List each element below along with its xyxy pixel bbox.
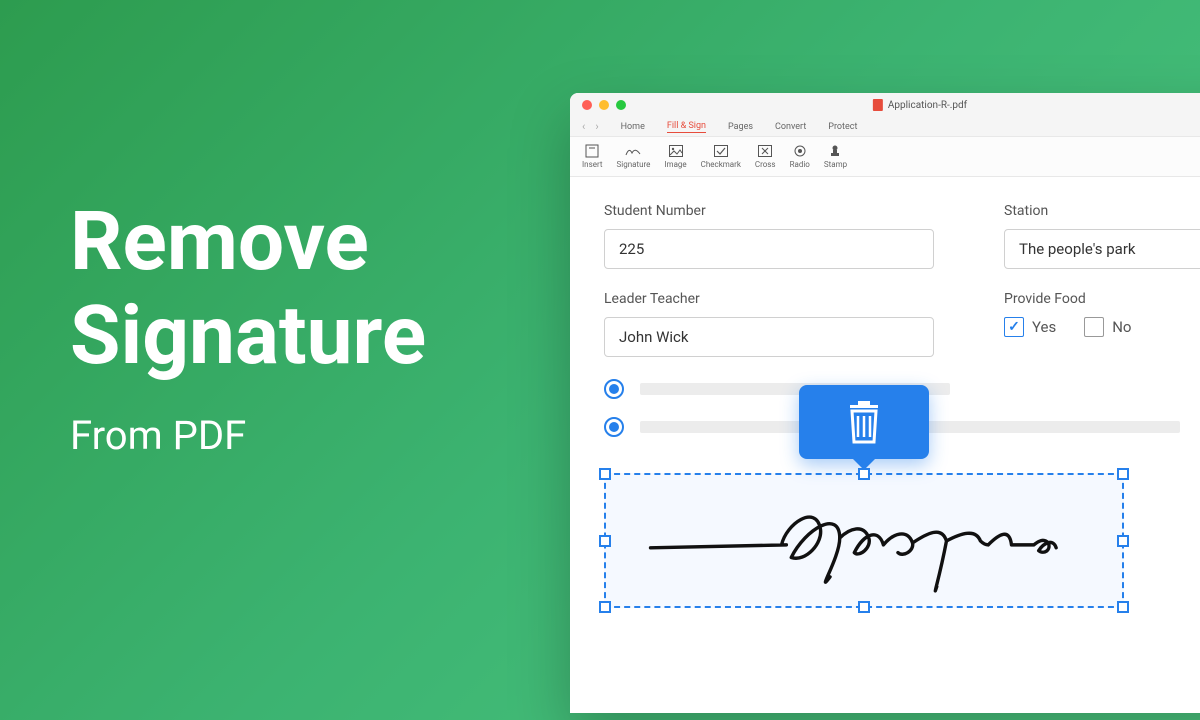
tool-label: Checkmark	[701, 160, 741, 169]
resize-handle[interactable]	[1117, 468, 1129, 480]
filename: Application-R-.pdf	[888, 100, 967, 111]
tool-label: Stamp	[824, 160, 847, 169]
tab-convert[interactable]: Convert	[775, 122, 806, 132]
forward-icon[interactable]: ›	[595, 120, 598, 133]
toolbar: Insert Signature Image Checkmark Cross	[570, 137, 1200, 177]
tab-pages[interactable]: Pages	[728, 122, 753, 132]
tool-checkmark[interactable]: Checkmark	[701, 144, 741, 169]
hero-subtitle: From PDF	[70, 412, 426, 459]
signature-icon	[625, 144, 641, 158]
label-provide-food: Provide Food	[1004, 291, 1200, 307]
titlebar: Application-R-.pdf	[570, 93, 1200, 117]
nav-tabs: ‹ › Home Fill & Sign Pages Convert Prote…	[570, 117, 1200, 137]
field-leader-teacher: Leader Teacher John Wick	[604, 291, 934, 357]
stamp-icon	[827, 144, 843, 158]
tool-radio[interactable]: Radio	[790, 144, 810, 169]
hero-text: Remove Signature From PDF	[70, 195, 426, 459]
tool-label: Image	[664, 160, 686, 169]
radio-button[interactable]	[604, 417, 624, 437]
checkbox-yes-label: Yes	[1032, 318, 1056, 336]
field-station: Station The people's park	[1004, 203, 1200, 269]
pdf-icon	[873, 99, 883, 111]
resize-handle[interactable]	[1117, 601, 1129, 613]
label-station: Station	[1004, 203, 1200, 219]
cross-icon	[757, 144, 773, 158]
input-leader-teacher[interactable]: John Wick	[604, 317, 934, 357]
checkbox-no-label: No	[1112, 318, 1131, 336]
nav-arrows: ‹ ›	[582, 120, 599, 133]
tool-label: Signature	[617, 160, 651, 169]
tool-image[interactable]: Image	[664, 144, 686, 169]
traffic-lights	[582, 100, 626, 110]
image-icon	[668, 144, 684, 158]
field-provide-food: Provide Food Yes No	[1004, 291, 1200, 357]
tab-protect[interactable]: Protect	[828, 122, 857, 132]
radio-button[interactable]	[604, 379, 624, 399]
signature-image[interactable]	[606, 475, 1122, 606]
resize-handle[interactable]	[599, 601, 611, 613]
resize-handle[interactable]	[599, 468, 611, 480]
document-area: Student Number 225 Station The people's …	[570, 177, 1200, 713]
checkbox-no[interactable]	[1084, 317, 1104, 337]
tab-fill-sign[interactable]: Fill & Sign	[667, 121, 706, 133]
tool-label: Insert	[582, 160, 603, 169]
window-title: Application-R-.pdf	[873, 99, 967, 111]
delete-signature-button[interactable]	[799, 385, 929, 459]
hero-title: Remove Signature	[70, 195, 426, 384]
hero-title-line1: Remove	[70, 195, 426, 289]
tool-label: Cross	[755, 160, 776, 169]
input-station[interactable]: The people's park	[1004, 229, 1200, 269]
hero-title-line2: Signature	[70, 289, 426, 383]
tool-signature[interactable]: Signature	[617, 144, 651, 169]
resize-handle[interactable]	[1117, 535, 1129, 547]
minimize-icon[interactable]	[599, 100, 609, 110]
tool-label: Radio	[790, 160, 810, 169]
signature-selection[interactable]	[604, 473, 1124, 608]
maximize-icon[interactable]	[616, 100, 626, 110]
tool-insert[interactable]: Insert	[582, 144, 603, 169]
input-student-number[interactable]: 225	[604, 229, 934, 269]
close-icon[interactable]	[582, 100, 592, 110]
resize-handle[interactable]	[858, 468, 870, 480]
tool-cross[interactable]: Cross	[755, 144, 776, 169]
insert-icon	[584, 144, 600, 158]
resize-handle[interactable]	[858, 601, 870, 613]
radio-icon	[792, 144, 808, 158]
checkmark-icon	[713, 144, 729, 158]
checkbox-no-item[interactable]: No	[1084, 317, 1131, 337]
label-leader-teacher: Leader Teacher	[604, 291, 934, 307]
checkbox-yes[interactable]	[1004, 317, 1024, 337]
app-window: Application-R-.pdf ‹ › Home Fill & Sign …	[570, 93, 1200, 713]
trash-icon	[844, 400, 884, 444]
tool-stamp[interactable]: Stamp	[824, 144, 847, 169]
field-student-number: Student Number 225	[604, 203, 934, 269]
resize-handle[interactable]	[599, 535, 611, 547]
checkbox-yes-item[interactable]: Yes	[1004, 317, 1056, 337]
back-icon[interactable]: ‹	[582, 120, 585, 133]
tab-home[interactable]: Home	[621, 122, 645, 132]
label-student-number: Student Number	[604, 203, 934, 219]
